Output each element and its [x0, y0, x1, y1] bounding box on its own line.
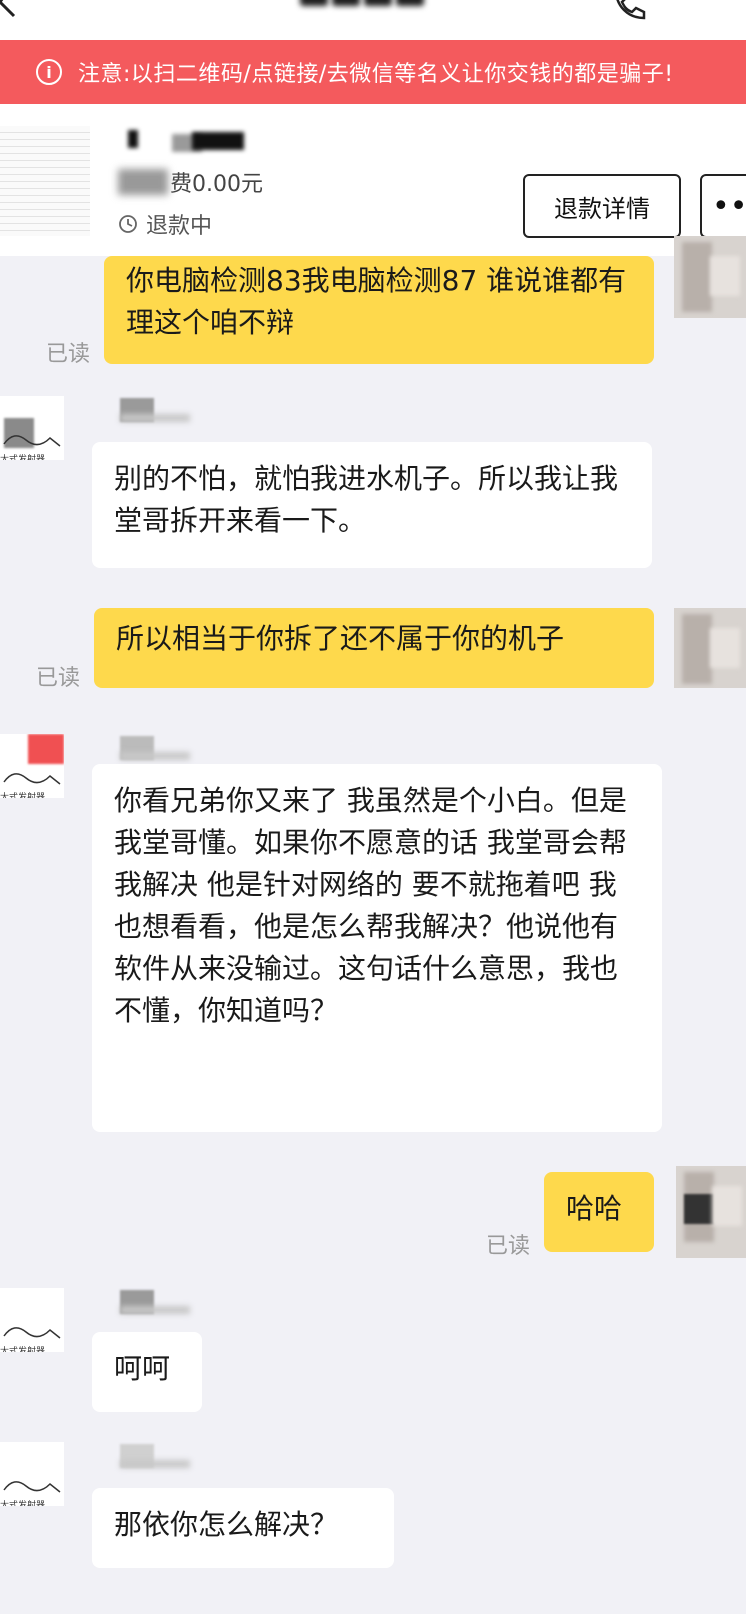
info-circle-icon: i: [36, 59, 62, 85]
message-text: 那依你怎么解决？: [114, 1508, 339, 1541]
read-receipt: 已读: [36, 666, 81, 691]
message-text: 别的不怕，就怕我进水机子。所以我让我堂哥拆开来看一下。: [114, 462, 619, 537]
order-card[interactable]: 费0.00元 退款中 退款详情 •••: [0, 104, 746, 256]
contact-avatar[interactable]: 大式发射器: [0, 396, 64, 460]
contact-avatar[interactable]: 大式发射器: [0, 734, 64, 798]
phone-icon[interactable]: [610, 0, 650, 24]
message-text: 呵呵: [114, 1352, 171, 1385]
message-text: 你看兄弟你又来了 我虽然是个小白。但是我堂哥懂。如果你不愿意的话 我堂哥会帮我解…: [114, 784, 627, 1027]
top-bar: [0, 0, 746, 40]
product-thumbnail[interactable]: [0, 126, 90, 236]
read-receipt: 已读: [486, 1234, 531, 1259]
read-receipt: 已读: [46, 342, 91, 367]
message-bubble-received[interactable]: 别的不怕，就怕我进水机子。所以我让我堂哥拆开来看一下。: [92, 442, 652, 568]
price-row: 费0.00元: [118, 166, 263, 198]
my-avatar[interactable]: [674, 608, 746, 688]
more-button[interactable]: •••: [700, 174, 746, 238]
price-blur: [118, 169, 168, 195]
message-bubble-sent[interactable]: 所以相当于你拆了还不属于你的机子: [94, 608, 654, 688]
contact-avatar[interactable]: 大式发射器: [0, 1288, 64, 1352]
contact-name: [120, 398, 200, 422]
message-bubble-received[interactable]: 那依你怎么解决？: [92, 1488, 394, 1568]
chevron-left-icon[interactable]: [0, 0, 18, 18]
contact-name: [120, 1444, 200, 1468]
message-bubble-sent[interactable]: 哈哈: [544, 1172, 654, 1252]
message-text: 所以相当于你拆了还不属于你的机子: [116, 622, 565, 655]
price-text: 费0.00元: [170, 172, 263, 197]
svg-text:大式发射器: 大式发射器: [0, 1345, 45, 1352]
status-text: 退款中: [146, 214, 213, 239]
svg-text:大式发射器: 大式发射器: [0, 791, 45, 798]
clock-icon: [119, 215, 137, 233]
svg-text:大式发射器: 大式发射器: [0, 1499, 45, 1506]
my-avatar[interactable]: [676, 1166, 746, 1258]
message-text: 你电脑检测83我电脑检测87 谁说谁都有理这个咱不辩: [126, 264, 627, 339]
message-text: 哈哈: [566, 1192, 623, 1225]
refund-status: 退款中: [118, 208, 212, 240]
message-bubble-received[interactable]: 呵呵: [92, 1332, 202, 1412]
warning-text: 注意:以扫二维码/点链接/去微信等名义让你交钱的都是骗子!: [78, 62, 674, 87]
message-bubble-sent[interactable]: 你电脑检测83我电脑检测87 谁说谁都有理这个咱不辩: [104, 256, 654, 364]
scam-warning-banner: i 注意:以扫二维码/点链接/去微信等名义让你交钱的都是骗子!: [0, 40, 746, 104]
chat-screen: i 注意:以扫二维码/点链接/去微信等名义让你交钱的都是骗子! 费0.00元 退…: [0, 0, 746, 1614]
contact-name: [120, 736, 200, 760]
chat-title: [300, 0, 440, 12]
contact-avatar[interactable]: 大式发射器: [0, 1442, 64, 1506]
refund-details-button[interactable]: 退款详情: [523, 174, 681, 238]
svg-text:大式发射器: 大式发射器: [0, 453, 45, 460]
message-bubble-received[interactable]: 你看兄弟你又来了 我虽然是个小白。但是我堂哥懂。如果你不愿意的话 我堂哥会帮我解…: [92, 764, 662, 1132]
my-avatar[interactable]: [674, 236, 746, 318]
contact-name: [120, 1290, 200, 1314]
